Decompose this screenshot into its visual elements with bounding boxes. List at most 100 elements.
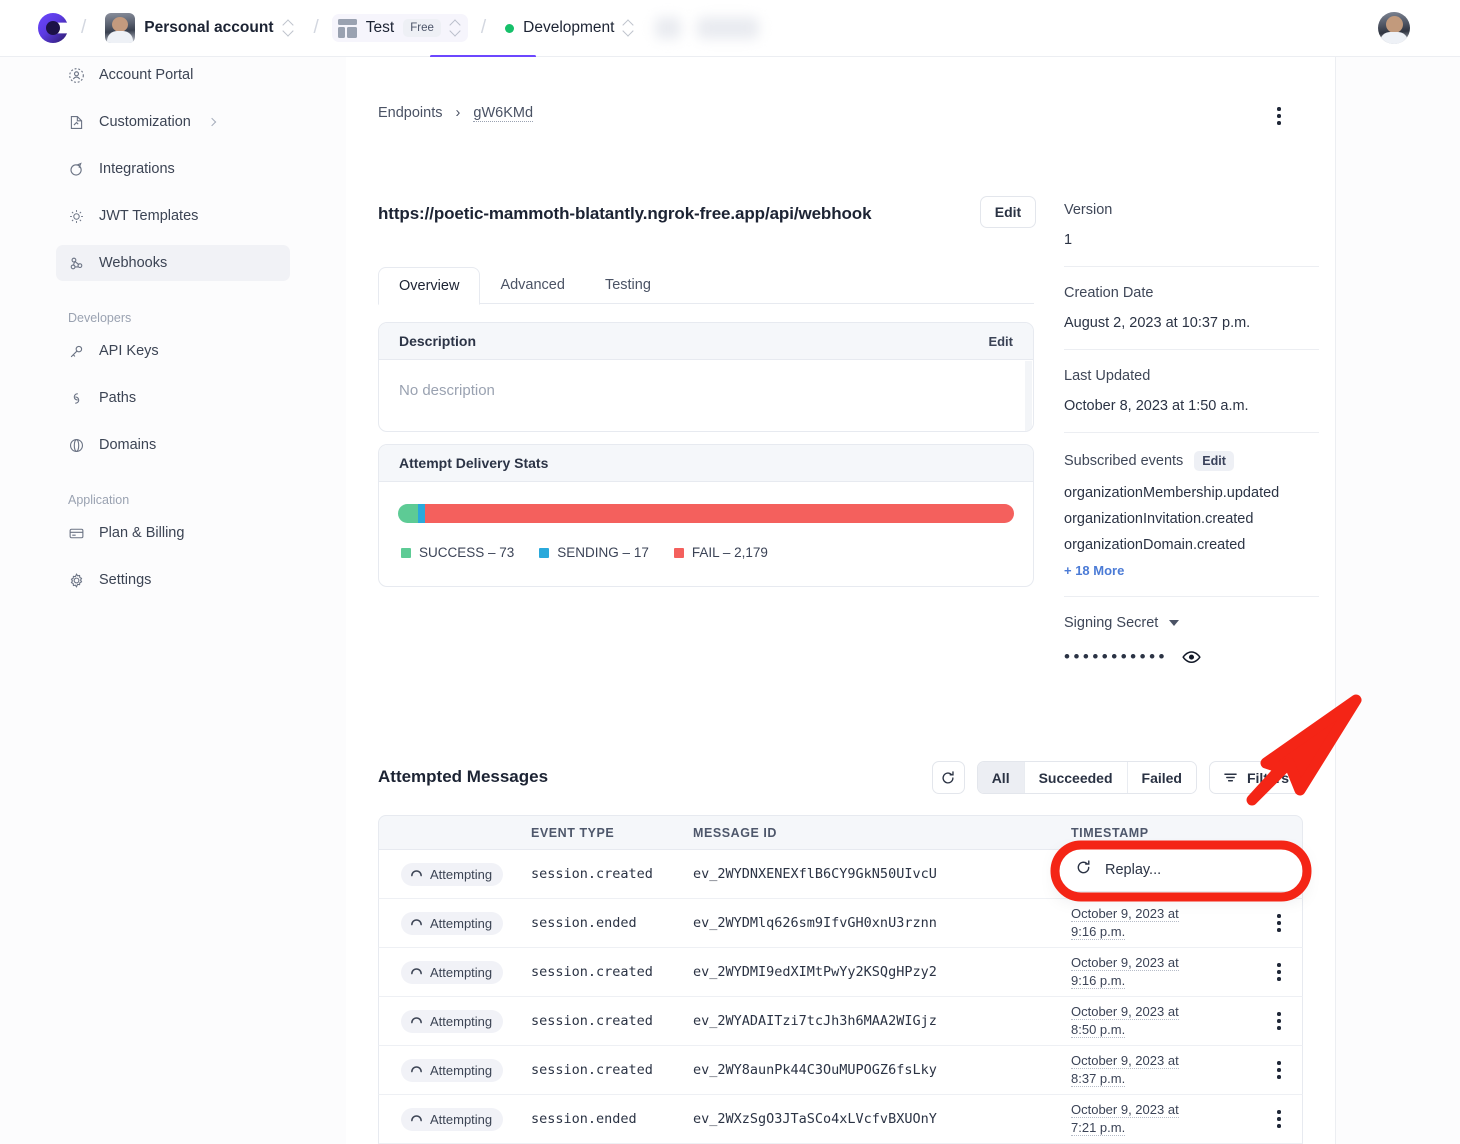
table-row[interactable]: Attemptingsession.createdev_2WYADAITzi7t… xyxy=(378,997,1303,1046)
description-panel-header: Description Edit xyxy=(379,323,1033,360)
signing-secret-header[interactable]: Signing Secret xyxy=(1064,615,1319,631)
sidebar-item-customization[interactable]: Customization xyxy=(56,104,290,140)
chevron-updown-icon[interactable] xyxy=(283,18,295,38)
cell-timestamp: October 9, 2023 at8:37 p.m. xyxy=(1071,1052,1256,1088)
sidebar-item-integrations[interactable]: Integrations xyxy=(56,151,290,187)
status-badge-label: Attempting xyxy=(430,965,492,980)
timestamp-time: 7:21 p.m. xyxy=(1071,1120,1125,1136)
subscribed-event-item: organizationDomain.created xyxy=(1064,537,1319,553)
filter-all-button[interactable]: All xyxy=(978,762,1025,793)
sidebar-item-webhooks[interactable]: Webhooks xyxy=(56,245,290,281)
tab-overview[interactable]: Overview xyxy=(378,267,480,305)
status-badge: Attempting xyxy=(401,1010,503,1033)
bar-segment-sending xyxy=(418,504,425,523)
cell-event-type: session.created xyxy=(531,1062,693,1078)
last-updated-label: Last Updated xyxy=(1064,368,1319,384)
cell-status: Attempting xyxy=(379,1108,531,1131)
account-switcher[interactable]: Personal account xyxy=(99,9,300,47)
tab-testing[interactable]: Testing xyxy=(585,266,671,304)
attempted-messages-controls: All Succeeded Failed Filters xyxy=(932,761,1303,794)
sidebar-item-paths[interactable]: Paths xyxy=(56,380,290,416)
stats-chart: SUCCESS – 73SENDING – 17FAIL – 2,179 xyxy=(379,482,1033,560)
row-options-menu-button[interactable] xyxy=(1266,1055,1292,1085)
eye-icon[interactable] xyxy=(1182,650,1201,664)
timestamp-time: 8:50 p.m. xyxy=(1071,1022,1125,1038)
breadcrumb-separator: › xyxy=(456,105,461,121)
filter-succeeded-button[interactable]: Succeeded xyxy=(1025,762,1128,793)
filter-failed-button[interactable]: Failed xyxy=(1128,762,1196,793)
version-label: Version xyxy=(1064,202,1319,218)
col-event-type: EVENT TYPE xyxy=(531,826,693,840)
filters-button[interactable]: Filters xyxy=(1209,761,1303,794)
breadcrumb-slash-2: / xyxy=(314,17,319,39)
endpoint-tabs: Overview Advanced Testing xyxy=(378,266,1034,304)
attempted-messages-title: Attempted Messages xyxy=(378,767,548,787)
table-row[interactable]: Attemptingsession.createdev_2WYDMI9edXIM… xyxy=(378,948,1303,997)
timestamp-date: October 9, 2023 at xyxy=(1071,906,1179,922)
sidebar-item-api-keys[interactable]: API Keys xyxy=(56,333,290,369)
breadcrumb-root[interactable]: Endpoints xyxy=(378,105,443,121)
refresh-button[interactable] xyxy=(932,761,965,794)
divider xyxy=(1064,349,1319,350)
replay-menu-label: Replay... xyxy=(1105,862,1161,878)
application-switcher[interactable]: Test Free xyxy=(332,14,468,42)
sidebar-item-domains[interactable]: Domains xyxy=(56,427,290,463)
blurred-topbar-item-2 xyxy=(697,17,759,39)
col-message-id: MESSAGE ID xyxy=(693,826,1071,840)
chevron-right-icon[interactable] xyxy=(208,118,216,126)
table-row[interactable]: Attemptingsession.endedev_2WXzSgO3JTaSCo… xyxy=(378,1095,1303,1144)
table-row[interactable]: Attemptingsession.createdev_2WY8aunPk44C… xyxy=(378,1046,1303,1095)
row-options-menu-button[interactable] xyxy=(1266,1006,1292,1036)
breadcrumb-current[interactable]: gW6KMd xyxy=(473,105,533,122)
description-scrollbar[interactable] xyxy=(1025,361,1032,432)
show-more-events-link[interactable]: + 18 More xyxy=(1064,563,1319,578)
status-badge: Attempting xyxy=(401,863,503,886)
table-row[interactable]: Attemptingsession.endedev_2WYDMlq626sm9I… xyxy=(378,899,1303,948)
subscribed-event-item: organizationInvitation.created xyxy=(1064,511,1319,527)
environment-status-dot-icon xyxy=(505,24,514,33)
sidebar-item-label: Customization xyxy=(99,114,191,130)
integrations-icon xyxy=(68,161,85,178)
sidebar-item-jwt-templates[interactable]: JWT Templates xyxy=(56,198,290,234)
cell-event-type: session.created xyxy=(531,964,693,980)
legend-swatch xyxy=(539,548,549,558)
chevron-updown-icon[interactable] xyxy=(450,18,462,38)
status-badge-label: Attempting xyxy=(430,1112,492,1127)
sidebar-item-settings[interactable]: Settings xyxy=(56,562,290,598)
legend-label: SENDING – 17 xyxy=(557,545,649,560)
tab-advanced[interactable]: Advanced xyxy=(480,266,585,304)
status-badge: Attempting xyxy=(401,961,503,984)
main-content: Endpoints › gW6KMd https://poetic-mammot… xyxy=(346,57,1336,1144)
row-options-menu-button[interactable] xyxy=(1266,957,1292,987)
edit-description-button[interactable]: Edit xyxy=(988,334,1013,349)
filters-button-label: Filters xyxy=(1247,770,1289,786)
sidebar-item-account-portal[interactable]: Account Portal xyxy=(56,57,290,93)
chevron-down-icon[interactable] xyxy=(1169,620,1179,626)
paths-icon xyxy=(68,390,85,407)
clerk-logo-icon[interactable] xyxy=(38,13,68,43)
sidebar-item-label: Domains xyxy=(99,437,156,453)
cell-actions xyxy=(1256,1055,1302,1085)
legend-item-sending: SENDING – 17 xyxy=(539,545,649,560)
cell-timestamp: October 9, 2023 at8:50 p.m. xyxy=(1071,1003,1256,1039)
edit-subscribed-events-button[interactable]: Edit xyxy=(1194,451,1234,471)
endpoint-options-menu-button[interactable] xyxy=(1267,104,1291,128)
replay-context-menu[interactable]: Replay... xyxy=(1058,848,1303,892)
sidebar-item-label: Plan & Billing xyxy=(99,525,184,541)
edit-endpoint-url-button[interactable]: Edit xyxy=(980,196,1036,228)
row-options-menu-button[interactable] xyxy=(1266,908,1292,938)
sidebar-item-label: Paths xyxy=(99,390,136,406)
cell-timestamp: October 9, 2023 at7:21 p.m. xyxy=(1071,1101,1256,1137)
chevron-updown-icon[interactable] xyxy=(623,18,635,38)
timestamp-date: October 9, 2023 at xyxy=(1071,1053,1179,1069)
subscribed-events-label: Subscribed events xyxy=(1064,453,1183,469)
row-options-menu-button[interactable] xyxy=(1266,1104,1292,1134)
subscribed-events-block: Subscribed events Edit organizationMembe… xyxy=(1064,451,1319,596)
cell-status: Attempting xyxy=(379,1010,531,1033)
sidebar-item-plan-billing[interactable]: Plan & Billing xyxy=(56,515,290,551)
cell-actions xyxy=(1256,957,1302,987)
bar-segment-fail xyxy=(425,504,1014,523)
environment-switcher[interactable]: Development xyxy=(499,14,641,42)
cell-actions xyxy=(1256,908,1302,938)
user-avatar[interactable] xyxy=(1378,12,1410,44)
